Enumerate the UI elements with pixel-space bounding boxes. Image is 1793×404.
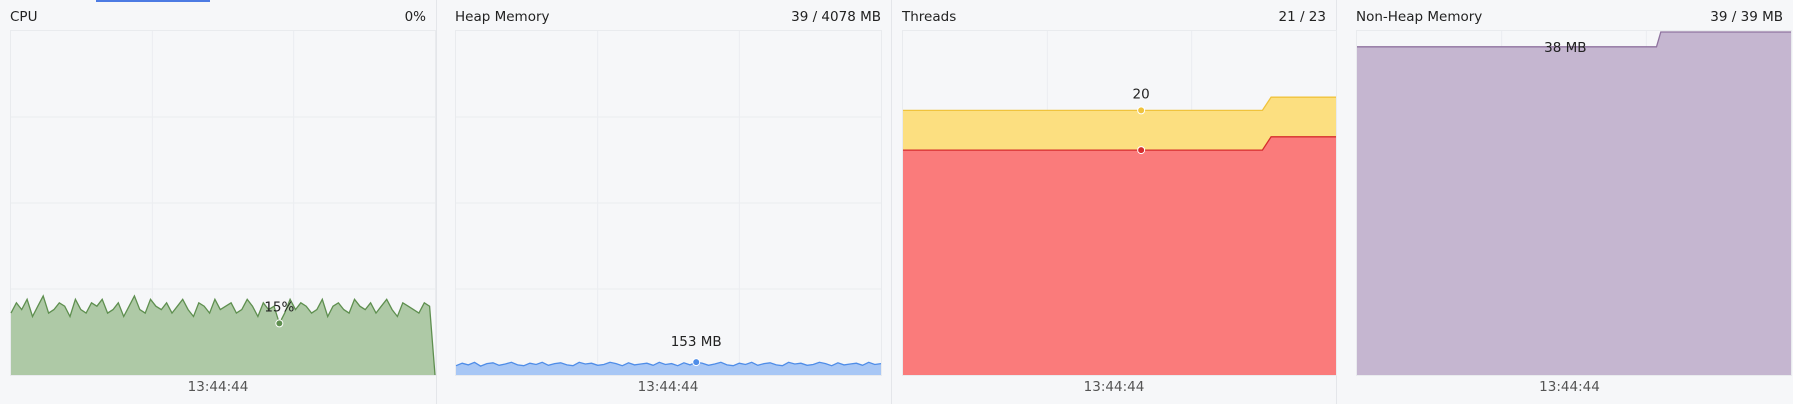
heap-panel: Heap Memory 39 / 4078 MB 153 MB 13:44:44 [445, 0, 892, 404]
non-heap-current-value: 39 / 39 MB [1710, 9, 1783, 25]
heap-time-label: 13:44:44 [637, 379, 699, 395]
non-heap-chart-svg[interactable]: 38 MB [1357, 31, 1791, 375]
cpu-chart[interactable]: 15% [10, 30, 436, 376]
threads-panel: Threads 21 / 23 20 13:44:44 [892, 0, 1337, 404]
cpu-chart-svg[interactable]: 15% [10, 31, 436, 376]
threads-chart[interactable]: 20 [902, 30, 1337, 376]
threads-title: Threads [902, 9, 957, 25]
non-heap-area [1357, 32, 1791, 375]
non-heap-panel: Non-Heap Memory 39 / 39 MB 38 MB 13:44:4… [1346, 0, 1793, 404]
threads-live-area [903, 136, 1336, 375]
threads-total-hover-point [1137, 106, 1146, 115]
cpu-hover-point [275, 319, 284, 328]
heap-current-value: 39 / 4078 MB [791, 9, 881, 25]
cpu-hover-label: 15% [264, 299, 294, 315]
cpu-title: CPU [10, 9, 38, 25]
cpu-header: CPU 0% [0, 7, 436, 27]
heap-header: Heap Memory 39 / 4078 MB [445, 7, 891, 27]
threads-header: Threads 21 / 23 [892, 7, 1336, 27]
threads-time-label: 13:44:44 [1083, 379, 1145, 395]
non-heap-hover-label: 38 MB [1544, 40, 1586, 56]
cpu-current-value: 0% [404, 9, 426, 25]
cpu-time-label: 13:44:44 [187, 379, 249, 395]
non-heap-title: Non-Heap Memory [1356, 9, 1483, 25]
threads-hover-label: 20 [1133, 86, 1150, 102]
heap-title: Heap Memory [455, 9, 550, 25]
heap-hover-label: 153 MB [671, 334, 722, 350]
threads-chart-svg[interactable]: 20 [903, 31, 1336, 375]
threads-live-hover-point [1137, 146, 1146, 155]
heap-chart[interactable]: 153 MB [455, 30, 882, 376]
non-heap-header: Non-Heap Memory 39 / 39 MB [1346, 7, 1793, 27]
heap-chart-svg[interactable]: 153 MB [455, 31, 882, 375]
non-heap-chart[interactable]: 38 MB [1356, 30, 1792, 376]
heap-hover-point [692, 358, 701, 367]
non-heap-time-label: 13:44:44 [1539, 379, 1600, 395]
threads-current-value: 21 / 23 [1278, 9, 1327, 25]
cpu-panel: CPU 0% 15% 13:44:44 [0, 0, 437, 404]
